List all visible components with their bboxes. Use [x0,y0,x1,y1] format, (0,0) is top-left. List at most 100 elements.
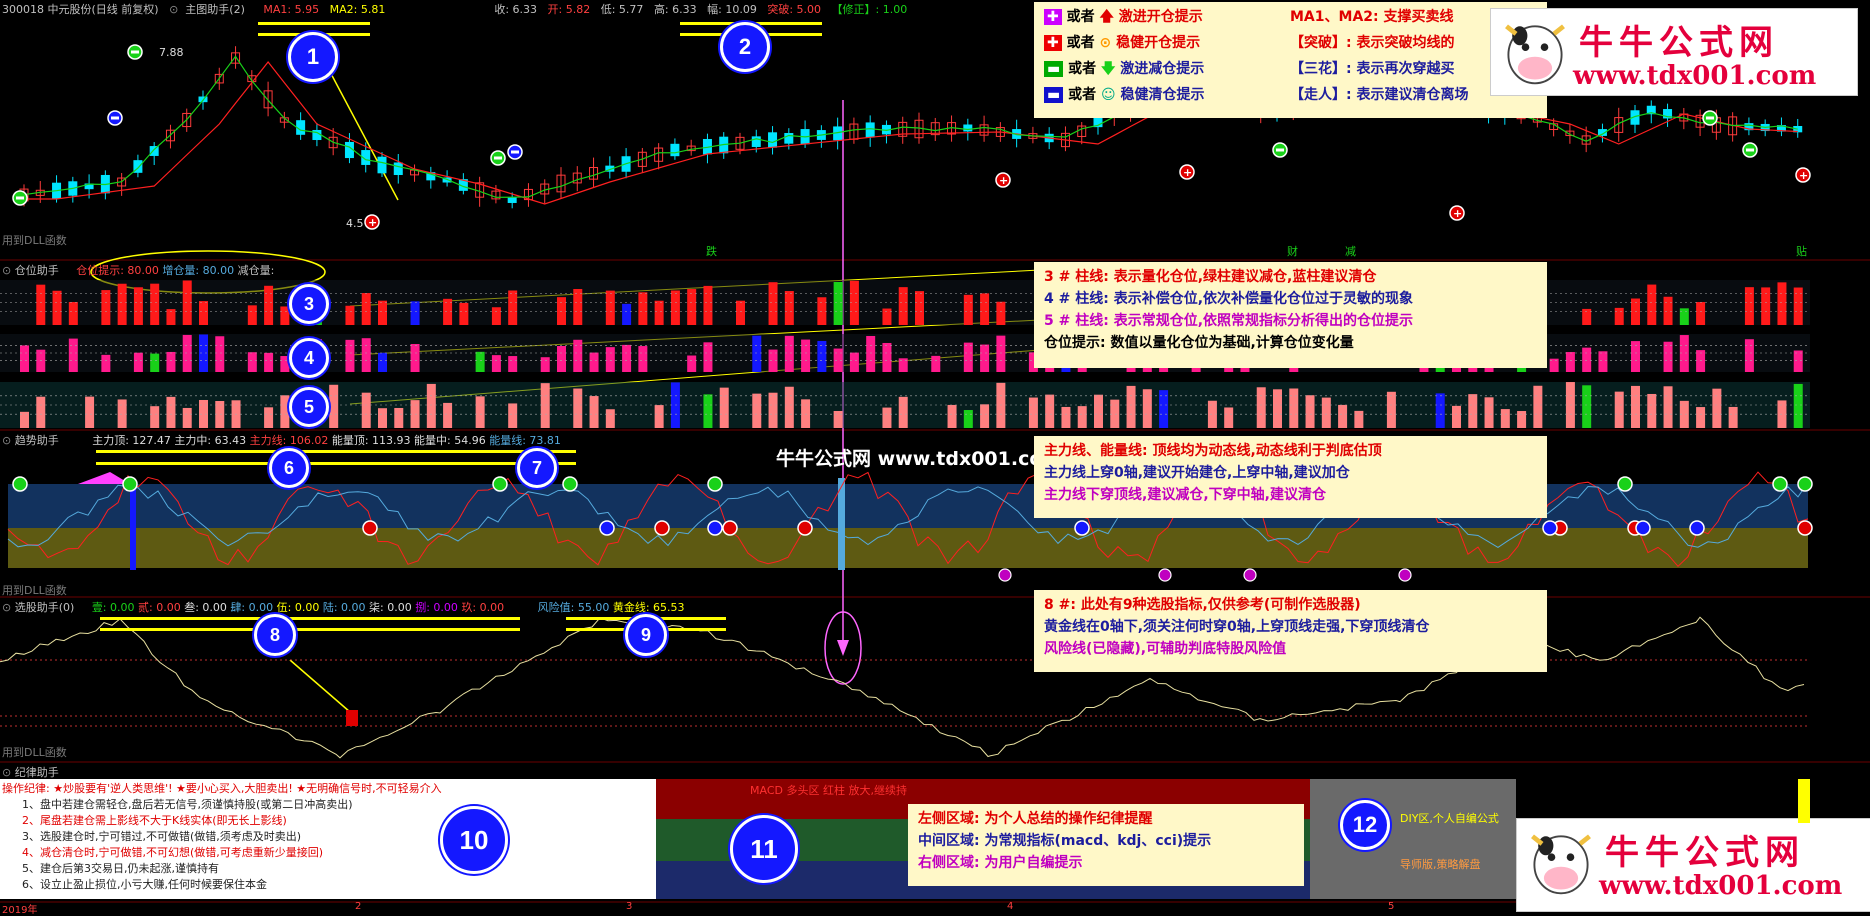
highlight-bar [96,450,576,453]
position-bar [1761,287,1771,325]
buy-signal-plus: + [1453,207,1462,220]
discipline-panel-title[interactable]: 纪律助手 [15,766,59,779]
position-bar [133,287,143,325]
trend-signal-icon [1772,476,1788,492]
position-bar [1435,393,1445,428]
buy-signal-plus: + [1799,169,1808,182]
position-bar [1793,383,1803,428]
position-bar [199,301,208,325]
position-bar [622,344,632,372]
position-bar [1289,388,1299,428]
diy-bar [1798,779,1810,823]
position-bar [1321,397,1331,428]
position-bar [1517,411,1527,428]
position-bar [1663,341,1673,372]
position-bar [361,392,371,428]
marker-5: 5 [289,387,329,427]
signal-icon-bar [1746,148,1754,152]
discipline-panel-header: ⊙ 纪律助手 [2,764,59,780]
position-bar [752,393,762,428]
position-note: 3 # 柱线: 表示量化仓位,绿柱建议减仓,蓝柱建议清仓 4 # 柱线: 表示补… [1034,262,1547,368]
position-bar [150,406,160,428]
select-value: 玖: 0.00 [461,601,505,614]
highlight-bar [100,617,520,620]
position-bar [963,410,973,428]
highlight-bar [96,462,576,465]
trend-plus-icon [1797,520,1813,536]
candle-body [377,156,387,174]
position-bar [947,404,957,428]
position-bar [378,352,387,372]
macd-status: MACD 多头区 红柱 放大,继续持 [750,784,907,797]
position-bar [361,293,371,325]
marker-6: 6 [269,448,309,488]
position-bar [1126,385,1136,428]
trend-panel-title[interactable]: 趋势助手 [15,434,59,447]
position-bar [557,345,566,372]
position-bar [768,392,778,428]
collapse-icon[interactable]: ⊙ [2,434,11,447]
trend-marker-bar [130,484,136,570]
position-bar [1582,385,1592,428]
position-bar [378,300,387,325]
collapse-icon[interactable]: ⊙ [2,601,11,614]
position-bar [719,387,729,428]
position-bar [1777,282,1787,325]
position-bar [264,352,274,372]
select-panel-header: ⊙ 选股助手(0) 壹: 0.00 贰: 0.00 叁: 0.00 肆: 0.0… [2,599,685,615]
position-bar [133,352,143,372]
position-bar [1142,389,1152,428]
trend-plus-icon [797,520,813,536]
position-bar [1679,308,1689,325]
position-bar [573,388,583,428]
position-bar [117,283,127,325]
trend-plus-icon [362,520,378,536]
position-bar [378,408,387,428]
position-bar [1354,410,1364,428]
select-value: 贰: 0.00 [138,601,181,614]
candle-body [507,197,517,203]
position-bar [670,290,680,325]
position-bar [703,394,713,428]
signal-icon-bar [131,50,139,54]
position-bar [1631,385,1640,428]
collapse-icon[interactable]: ⊙ [2,264,11,277]
position-bar [1744,339,1754,372]
collapse-icon[interactable]: ⊙ [2,766,11,779]
position-bar [166,396,176,428]
position-bar [68,301,78,325]
position-bar [1468,394,1478,428]
select-value: 壹: 0.00 [91,601,135,614]
position-bar [996,301,1006,325]
position-bar [1696,407,1706,428]
position-bar [101,290,111,325]
position-bar [215,336,225,372]
signal-icon-bar [511,150,519,154]
trend-signal-icon [998,568,1012,582]
position-bar [849,352,859,372]
position-bar [605,409,615,428]
trend-value: 能量顶: 113.93 [331,434,411,447]
select-panel-title[interactable]: 选股助手(0) [15,601,75,614]
select-value: 伍: 0.00 [276,601,320,614]
position-bar [1224,407,1234,428]
position-bar [508,356,518,372]
marker-9: 9 [625,614,667,656]
position-bar [1533,385,1543,428]
diy-label: DIY区,个人自编公式 [1400,812,1499,825]
brand-logo-top: 牛牛公式网 www.tdx001.com [1490,8,1858,96]
select-value: 捌: 0.00 [415,601,458,614]
position-bar [622,303,632,325]
rule-item: 4、减仓清仓时,宁可做错,不可幻想(做错,可考虑重新少量接回) [22,846,324,859]
signal-icon-bar [16,196,24,200]
position-bar [1305,395,1315,428]
trend-signal-icon [1617,476,1633,492]
trend-signal-icon [1243,568,1257,582]
position-bar [247,352,257,372]
position-bar [68,338,78,372]
brand-logo-bottom: 牛牛公式网 www.tdx001.com [1516,818,1870,912]
position-panel-title[interactable]: 仓位助手 [15,264,59,277]
position-bar [1793,287,1803,325]
trend-value: 主力顶: 127.47 [92,434,171,447]
position-bar [898,287,908,325]
